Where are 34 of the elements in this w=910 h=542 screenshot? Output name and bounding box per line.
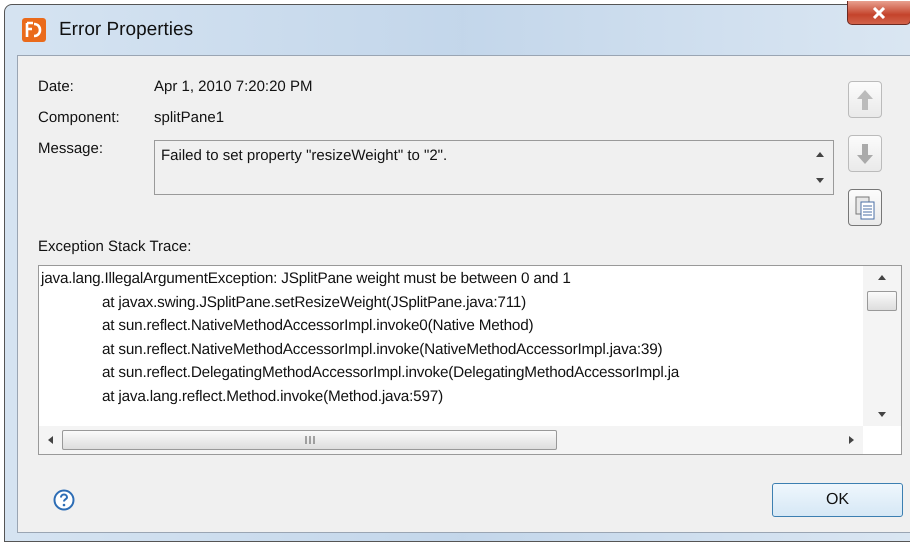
exception-line: java.lang.IllegalArgumentException: JSplitPane weight must be between 0 and 1 bbox=[41, 270, 572, 288]
message-label: Message: bbox=[38, 140, 104, 157]
stack-frame-line: at sun.reflect.NativeMethodAccessorImpl.invoke(NativeMethodAccessorImpl.java:39) bbox=[101, 340, 664, 358]
app-logo-icon bbox=[21, 17, 47, 43]
field-value: splitPane1 bbox=[154, 109, 224, 126]
scroll-right-icon[interactable] bbox=[848, 435, 855, 445]
stack-trace-label: Exception Stack Trace: bbox=[38, 238, 192, 255]
close-button[interactable] bbox=[847, 1, 910, 25]
grip-icon bbox=[304, 436, 314, 444]
ok-button[interactable]: OK bbox=[772, 483, 903, 517]
scrollbar-thumb[interactable] bbox=[62, 430, 557, 450]
window-title: Error Properties bbox=[59, 19, 194, 41]
stack-frame-line: at sun.reflect.NativeMethodAccessorImpl.invoke0(Native Method) bbox=[101, 317, 534, 335]
stack-frame-line: at javax.swing.JSplitPane.setResizeWeight(JSplitPane.java:711) bbox=[101, 294, 528, 312]
stack-frame-line: at sun.reflect.DelegatingMethodAccessorImpl.invoke(DelegatingMethodAccessorImpl.ja bbox=[101, 364, 680, 382]
arrow-down-icon bbox=[856, 142, 874, 164]
close-icon bbox=[872, 6, 886, 18]
copy-button[interactable] bbox=[848, 189, 882, 226]
help-icon[interactable] bbox=[53, 489, 75, 511]
scrollbar-thumb[interactable] bbox=[867, 291, 897, 311]
arrow-up-icon bbox=[856, 88, 874, 110]
scroll-up-icon[interactable] bbox=[815, 151, 825, 158]
scroll-left-icon[interactable] bbox=[47, 435, 54, 445]
message-field[interactable]: Failed to set property "resizeWeight" to "2". bbox=[154, 140, 834, 195]
field-label: Component: bbox=[38, 109, 121, 126]
scroll-down-icon[interactable] bbox=[815, 177, 825, 184]
scroll-down-icon[interactable] bbox=[877, 411, 887, 418]
clipboard-icon bbox=[855, 196, 875, 220]
horizontal-scrollbar[interactable] bbox=[39, 426, 863, 454]
field-value: Apr 1, 2010 7:20:20 PM bbox=[154, 78, 312, 95]
vertical-scrollbar[interactable] bbox=[863, 266, 901, 426]
stack-frame-line: at java.lang.reflect.Method.invoke(Method.java:597) bbox=[101, 388, 444, 406]
scroll-up-icon[interactable] bbox=[877, 274, 887, 281]
field-label: Date: bbox=[38, 78, 75, 95]
